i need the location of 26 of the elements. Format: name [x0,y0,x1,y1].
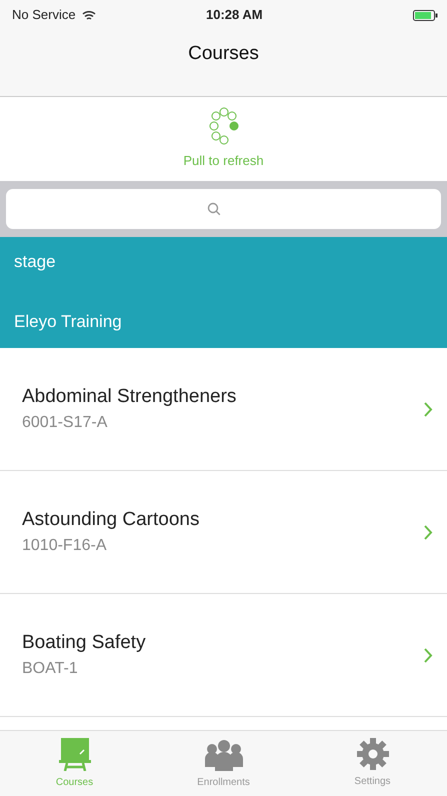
header-label: stage [14,251,57,273]
search-icon [206,202,220,216]
battery-icon [413,10,439,20]
course-title: Astounding Cartoons [22,508,200,532]
spinner-icon [208,107,238,148]
settings-icon [356,738,388,770]
course-code: BOAT-1 [22,659,79,680]
header-label: Eleyo Training [14,310,123,332]
course-title: Abdominal Strengtheners [22,384,236,409]
chevron-icon [424,402,433,416]
search-field[interactable] [6,189,441,229]
course-row[interactable]: Abdominal Strengtheners 6001-S17-A [0,348,447,471]
chevron-icon [424,524,433,540]
chevron-icon [424,648,433,662]
course-title: Boating Safety [22,630,146,655]
screen-title: Courses [188,42,259,66]
course-row[interactable]: Boating Safety BOAT-1 [0,594,447,717]
time-label: 10:28 AM [206,6,263,24]
wifi-icon [82,10,96,20]
carrier-label: No Service [12,6,76,24]
course-row[interactable]: Astounding Cartoons 1010-F16-A [0,471,447,594]
easel-board-icon [58,737,92,771]
course-code: 6001-S17-A [22,413,108,434]
refresh-label: Pull to refresh [183,152,264,170]
people-group-icon [204,737,244,771]
course-code: 1010-F16-A [22,536,108,556]
